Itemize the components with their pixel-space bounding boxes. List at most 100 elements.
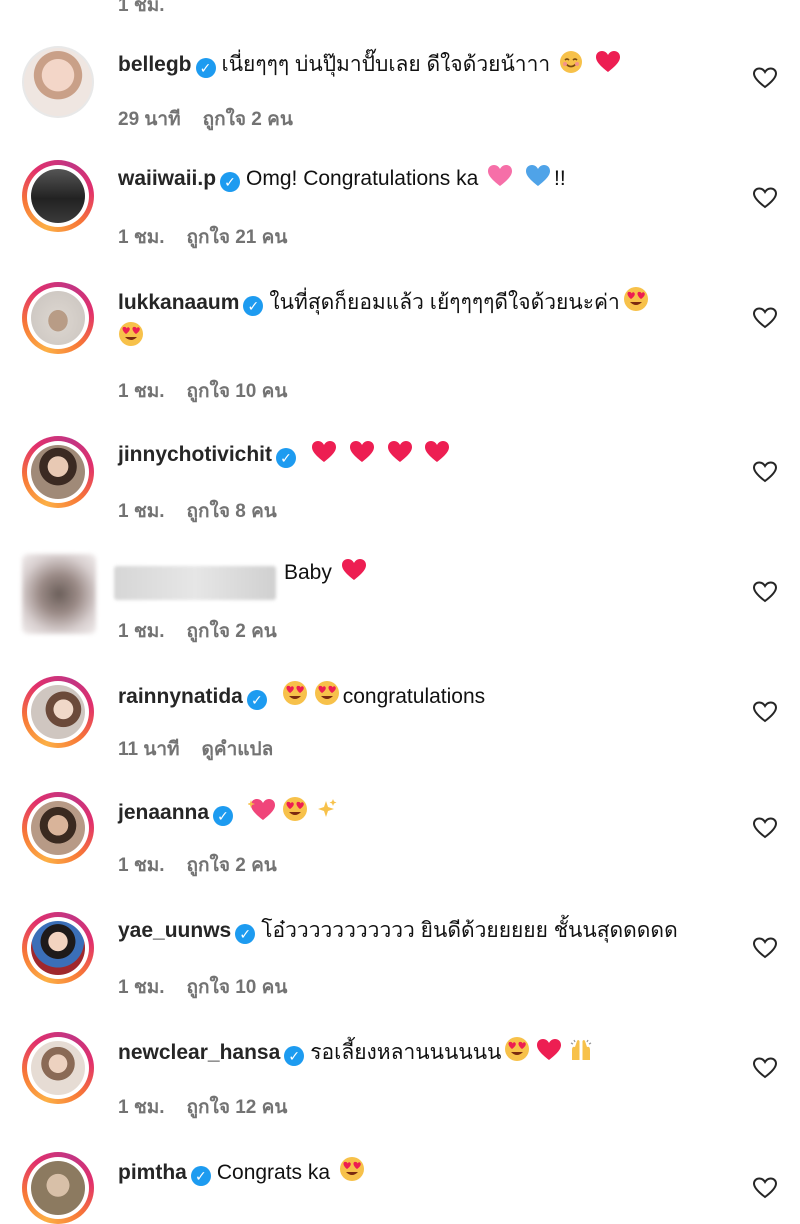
comment-body: bellegb ✓ เนี่ยๆๆๆ บ่นปุ๊มาปั๊บเลย ดีใจด้ว…	[118, 50, 720, 83]
comment-meta: 29 นาที ถูกใจ 2 คน	[118, 104, 315, 134]
comment-time: 1 ชม.	[118, 501, 165, 522]
avatar[interactable]	[22, 1032, 94, 1104]
heart-eyes-emoji	[623, 286, 649, 321]
comment-body: jenaanna ✓	[118, 796, 720, 831]
comment-username[interactable]: pimtha	[118, 1161, 187, 1184]
comment-time: 1 ชม.	[118, 977, 165, 998]
likes-count-link[interactable]: ถูกใจ 21 คน	[187, 227, 288, 248]
verified-badge-icon: ✓	[276, 448, 297, 468]
comment-text: Omg! Congratulations ka	[246, 167, 479, 190]
verified-badge-icon: ✓	[195, 58, 216, 78]
pink-heart-emoji	[487, 164, 513, 197]
comment-username[interactable]: yae_uunws	[118, 919, 231, 942]
comment-username[interactable]: jenaanna	[118, 801, 209, 824]
likes-count-link[interactable]: ถูกใจ 12 คน	[187, 1097, 288, 1118]
like-heart-icon[interactable]	[752, 186, 778, 210]
avatar[interactable]	[22, 676, 94, 748]
likes-count-link[interactable]: ถูกใจ 8 คน	[187, 501, 277, 522]
avatar[interactable]	[22, 282, 94, 354]
comment-body: lukkanaaum ✓ ในที่สุดก็ยอมแล้ว เย้ๆๆๆๆดีใจ…	[118, 286, 728, 356]
comment-body: pimtha ✓ Congrats ka	[118, 1156, 720, 1191]
like-heart-icon[interactable]	[752, 936, 778, 960]
comment-username[interactable]: rainnynatida	[118, 685, 243, 708]
comment-username[interactable]: lukkanaaum	[118, 291, 239, 314]
red-heart-emoji	[387, 440, 413, 473]
comment-meta: 1 ชม. ถูกใจ 2 คน	[118, 850, 299, 880]
verified-badge-icon: ✓	[284, 1046, 305, 1066]
comment-text: Congrats ka	[216, 1161, 331, 1184]
comment-meta: 1 ชม. ถูกใจ 10 คน	[118, 376, 309, 406]
likes-count-link[interactable]: ถูกใจ 10 คน	[187, 977, 288, 998]
likes-count-link[interactable]: ถูกใจ 2 คน	[187, 621, 277, 642]
comment-meta: 1 ชม. ถูกใจ 12 คน	[118, 1092, 309, 1122]
comment-body: newclear_hansa ✓ รอเลี้ยงหลานนนนนน	[118, 1036, 720, 1071]
comment-text: Baby	[284, 561, 332, 584]
comment-meta: 1 ชม. ถูกใจ 8 คน	[118, 496, 299, 526]
sparkling-heart-emoji	[246, 798, 276, 831]
blue-heart-emoji	[525, 164, 551, 197]
comment-time: 11 นาที	[118, 739, 180, 760]
raised-hands-emoji	[568, 1038, 594, 1071]
comment-meta: 1 ชม. ถูกใจ 2 คน	[118, 616, 299, 646]
comment-username[interactable]: bellegb	[118, 53, 192, 76]
red-heart-emoji	[424, 440, 450, 473]
like-heart-icon[interactable]	[752, 700, 778, 724]
heart-eyes-emoji	[118, 321, 144, 356]
comment-text: ในที่สุดก็ยอมแล้ว เย้ๆๆๆๆดีใจด้วยนะค่า	[269, 291, 620, 314]
comment-text: รอเลี้ยงหลานนนนนน	[310, 1041, 502, 1064]
comment-time: 1 ชม.	[118, 381, 165, 402]
like-heart-icon[interactable]	[752, 460, 778, 484]
comment-username[interactable]	[114, 566, 276, 600]
likes-count-link[interactable]: ถูกใจ 10 คน	[187, 381, 288, 402]
previous-comment-meta: 1 ชม.	[118, 0, 165, 16]
verified-badge-icon: ✓	[243, 296, 264, 316]
smile-emoji	[559, 50, 583, 83]
verified-badge-icon: ✓	[213, 806, 234, 826]
red-heart-emoji	[349, 440, 375, 473]
sparkles-emoji	[314, 798, 338, 831]
comment-text: เนี่ยๆๆๆ บ่นปุ๊มาปั๊บเลย ดีใจด้วยน้าาา	[221, 53, 551, 76]
avatar[interactable]	[22, 792, 94, 864]
red-heart-emoji	[536, 1038, 562, 1071]
comment-username[interactable]: newclear_hansa	[118, 1041, 280, 1064]
avatar[interactable]	[22, 1152, 94, 1224]
like-heart-icon[interactable]	[752, 66, 778, 90]
comment-text: congratulations	[342, 685, 486, 708]
comment-text-tail: !!	[554, 167, 566, 190]
red-heart-emoji	[341, 558, 367, 591]
like-heart-icon[interactable]	[752, 1176, 778, 1200]
comment-body: rainnynatida ✓ congratulations	[118, 680, 720, 715]
heart-eyes-emoji	[282, 680, 308, 715]
comment-time: 1 ชม.	[118, 855, 165, 876]
comment-meta: 1 ชม. ถูกใจ 21 คน	[118, 222, 309, 252]
heart-eyes-emoji	[339, 1156, 365, 1191]
comment-body: waiiwaii.p ✓ Omg! Congratulations ka !!	[118, 164, 720, 197]
heart-eyes-emoji	[282, 796, 308, 831]
avatar[interactable]	[22, 46, 94, 118]
comment-username[interactable]: waiiwaii.p	[118, 167, 216, 190]
avatar[interactable]	[22, 160, 94, 232]
comment-time: 1 ชม.	[118, 1097, 165, 1118]
red-heart-emoji	[595, 50, 621, 83]
comment-meta: 1 ชม. ถูกใจ 10 คน	[118, 972, 309, 1002]
like-heart-icon[interactable]	[752, 306, 778, 330]
verified-badge-icon: ✓	[235, 924, 256, 944]
avatar[interactable]	[22, 436, 94, 508]
comment-username[interactable]: jinnychotivichit	[118, 443, 272, 466]
comment-text: โอ๋ววววววววววว ยินดีด้วยยยยย ชั้นนสุดดดด…	[261, 919, 678, 942]
like-heart-icon[interactable]	[752, 580, 778, 604]
verified-badge-icon: ✓	[246, 690, 267, 710]
heart-eyes-emoji	[314, 680, 340, 715]
likes-count-link[interactable]: ถูกใจ 2 คน	[203, 109, 293, 130]
see-translation-link[interactable]: ดูคำแปล	[202, 739, 274, 760]
like-heart-icon[interactable]	[752, 1056, 778, 1080]
avatar[interactable]	[22, 912, 94, 984]
red-heart-emoji	[311, 440, 337, 473]
verified-badge-icon: ✓	[220, 172, 241, 192]
likes-count-link[interactable]: ถูกใจ 2 คน	[187, 855, 277, 876]
like-heart-icon[interactable]	[752, 816, 778, 840]
comment-body: yae_uunws ✓ โอ๋ววววววววววว ยินดีด้วยยยยย ช…	[118, 916, 720, 946]
avatar[interactable]	[22, 554, 96, 634]
comment-body: Baby	[284, 558, 720, 591]
verified-badge-icon: ✓	[190, 1166, 211, 1186]
